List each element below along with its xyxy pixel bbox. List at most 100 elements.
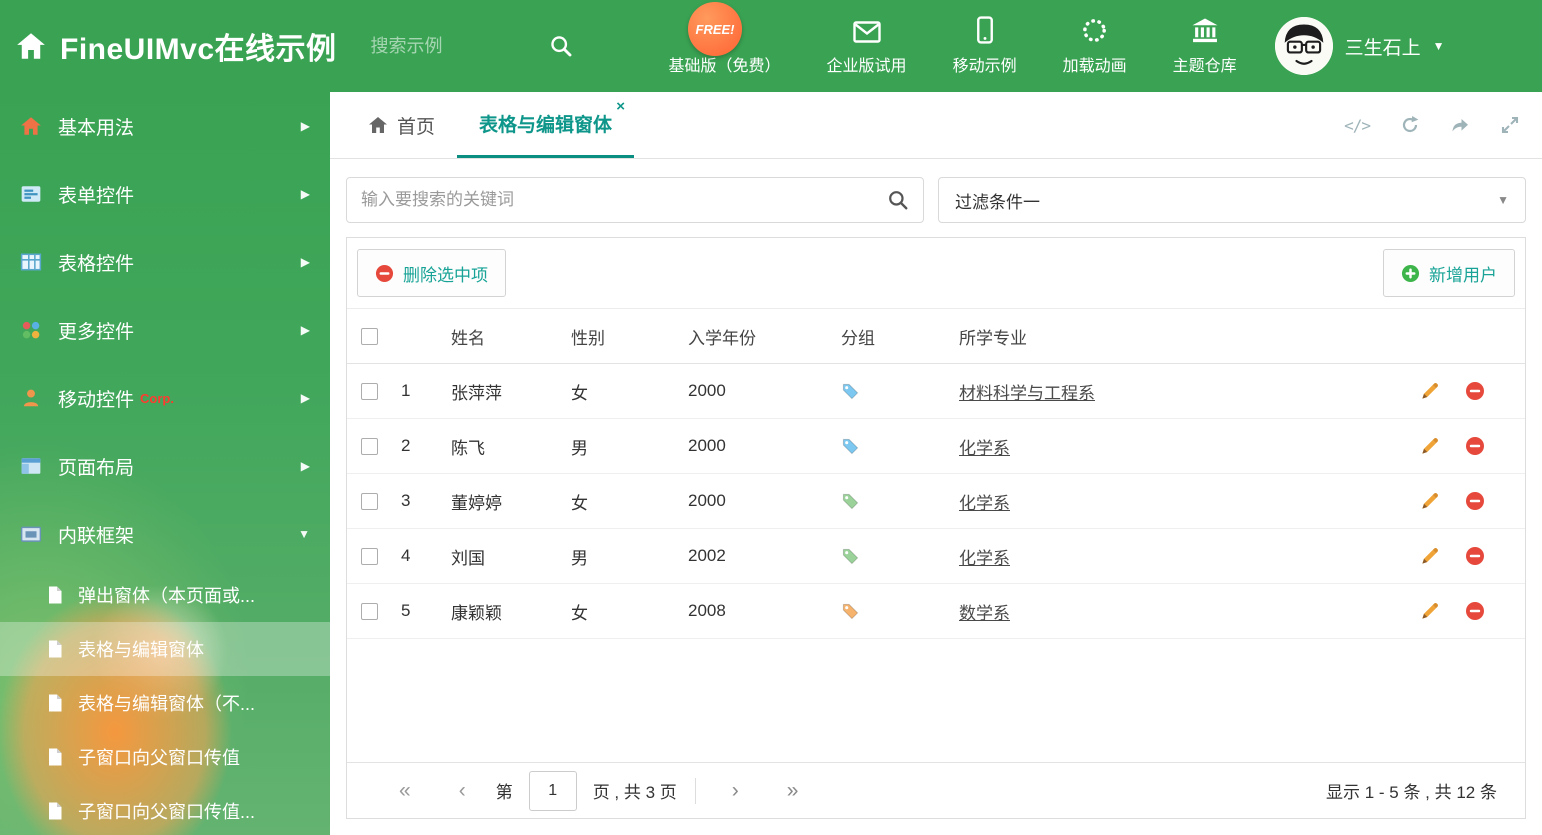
file-icon (46, 693, 64, 713)
grid-toolbar: 删除选中项 新增用户 (347, 238, 1525, 309)
row-checkbox[interactable] (361, 382, 378, 400)
sidebar-subitem-child-to-parent[interactable]: 子窗口向父窗口传值 (0, 730, 330, 784)
sidebar-item-basic-usage[interactable]: 基本用法 ▶ (0, 92, 330, 160)
mail-icon (852, 16, 881, 44)
home-icon[interactable] (16, 31, 46, 61)
edit-pencil-icon[interactable] (1420, 492, 1439, 511)
tab-grid-edit-window[interactable]: 表格与编辑窗体 × (457, 92, 635, 158)
tag-icon (841, 382, 860, 401)
top-nav: 基础版（免费） 企业版试用 移动示例 加载动画 主题仓库 (669, 16, 1237, 76)
sidebar-item-grid-controls[interactable]: 表格控件 ▶ (0, 228, 330, 296)
keyword-search-input[interactable] (361, 190, 879, 210)
cell-gender: 男 (571, 548, 588, 568)
plus-circle-icon (1401, 264, 1420, 283)
cell-gender: 女 (571, 493, 588, 513)
sidebar-subitem-grid-edit-window[interactable]: 表格与编辑窗体 (0, 622, 330, 676)
major-link[interactable]: 材料科学与工程系 (959, 384, 1095, 403)
delete-selected-label: 删除选中项 (403, 265, 488, 285)
add-user-button[interactable]: 新增用户 (1383, 249, 1515, 297)
search-icon[interactable] (549, 34, 573, 58)
sidebar-subitem-label: 表格与编辑窗体（不... (78, 694, 256, 714)
delete-selected-button[interactable]: 删除选中项 (357, 249, 506, 297)
column-header-group: 分组 (841, 328, 875, 348)
major-link[interactable]: 化学系 (959, 494, 1010, 513)
tab-home[interactable]: 首页 (346, 92, 457, 158)
nav-label: 加载动画 (1062, 58, 1127, 75)
header-search-input[interactable] (370, 35, 541, 57)
pager-summary: 显示 1 - 5 条 , 共 12 条 (1326, 783, 1497, 802)
filter-row: 过滤条件一 ▼ (330, 159, 1542, 237)
major-link[interactable]: 化学系 (959, 439, 1010, 458)
cell-year: 2008 (688, 601, 726, 620)
sidebar-item-label: 移动控件 (58, 389, 135, 411)
top-header: FineUIMvc在线示例 FREE! 基础版（免费） 企业版试用 (0, 0, 1542, 92)
delete-row-icon[interactable] (1465, 381, 1485, 401)
pager-prev-icon[interactable]: ‹ (435, 780, 490, 801)
file-icon (46, 747, 64, 767)
file-icon (46, 801, 64, 821)
row-checkbox[interactable] (361, 437, 378, 455)
delete-row-icon[interactable] (1465, 601, 1485, 621)
user-menu[interactable]: 三生石上 ▼ (1274, 17, 1445, 75)
row-checkbox[interactable] (361, 602, 378, 620)
pager-first-icon[interactable]: « (375, 780, 435, 801)
caret-down-icon: ▼ (1432, 39, 1445, 53)
sidebar-item-mobile-controls[interactable]: 移动控件 Corp. ▶ (0, 364, 330, 432)
sidebar-subitem-popup-window[interactable]: 弹出窗体（本页面或... (0, 568, 330, 622)
nav-item-enterprise-trial[interactable]: 企业版试用 (827, 16, 907, 76)
cell-name: 刘国 (451, 548, 485, 568)
delete-row-icon[interactable] (1465, 491, 1485, 511)
sidebar-item-more-controls[interactable]: 更多控件 ▶ (0, 296, 330, 364)
select-all-checkbox[interactable] (361, 327, 378, 345)
delete-row-icon[interactable] (1465, 436, 1485, 456)
home-icon (368, 115, 388, 135)
close-icon[interactable]: × (616, 99, 625, 114)
search-icon[interactable] (887, 189, 909, 211)
row-checkbox[interactable] (361, 492, 378, 510)
expand-icon[interactable] (1500, 115, 1520, 135)
file-icon (46, 639, 64, 659)
edit-pencil-icon[interactable] (1420, 547, 1439, 566)
user-name: 三生石上 (1344, 37, 1421, 59)
cell-gender: 女 (571, 603, 588, 623)
app-title: FineUIMvc在线示例 (60, 33, 337, 66)
sidebar-subitem-label: 子窗口向父窗口传值... (78, 802, 256, 822)
column-header-year: 入学年份 (688, 328, 756, 348)
sidebar-item-page-layout[interactable]: 页面布局 ▶ (0, 432, 330, 500)
cell-gender: 男 (571, 438, 588, 458)
sidebar-item-label: 内联框架 (58, 525, 135, 547)
filter-dropdown-value: 过滤条件一 (955, 192, 1040, 212)
refresh-icon[interactable] (1400, 115, 1420, 135)
edit-pencil-icon[interactable] (1420, 382, 1439, 401)
major-link[interactable]: 数学系 (959, 604, 1010, 623)
sidebar-item-form-controls[interactable]: 表单控件 ▶ (0, 160, 330, 228)
tag-icon (841, 437, 860, 456)
nav-item-loading-animation[interactable]: 加载动画 (1063, 16, 1127, 76)
nav-item-theme-store[interactable]: 主题仓库 (1173, 16, 1237, 76)
source-code-icon[interactable]: </> (1344, 116, 1371, 135)
edit-pencil-icon[interactable] (1420, 602, 1439, 621)
sidebar-subitem-child-to-parent-2[interactable]: 子窗口向父窗口传值... (0, 784, 330, 835)
delete-row-icon[interactable] (1465, 546, 1485, 566)
edit-pencil-icon[interactable] (1420, 437, 1439, 456)
chevron-right-icon: ▶ (300, 119, 310, 133)
page-number-input[interactable] (528, 770, 577, 811)
row-checkbox[interactable] (361, 547, 378, 565)
pager-prefix: 第 (495, 783, 513, 802)
add-user-label: 新增用户 (1429, 265, 1497, 285)
chevron-right-icon: ▶ (300, 459, 310, 473)
nav-item-mobile-demo[interactable]: 移动示例 (953, 16, 1017, 76)
sidebar-item-iframe[interactable]: 内联框架 ▼ (0, 500, 330, 568)
pager-next-icon[interactable]: › (708, 780, 763, 801)
sidebar-subitem-grid-edit-window-no[interactable]: 表格与编辑窗体（不... (0, 676, 330, 730)
minus-circle-icon (375, 264, 394, 283)
major-link[interactable]: 化学系 (959, 549, 1010, 568)
tag-icon (841, 547, 860, 566)
table-row: 1 张萍萍 女 2000 材料科学与工程系 (347, 364, 1525, 419)
row-index: 3 (401, 491, 411, 510)
free-badge: FREE! (688, 2, 742, 56)
header-search (370, 34, 573, 58)
filter-dropdown[interactable]: 过滤条件一 ▼ (938, 177, 1526, 223)
pager-last-icon[interactable]: » (763, 780, 823, 801)
share-icon[interactable] (1450, 115, 1470, 135)
